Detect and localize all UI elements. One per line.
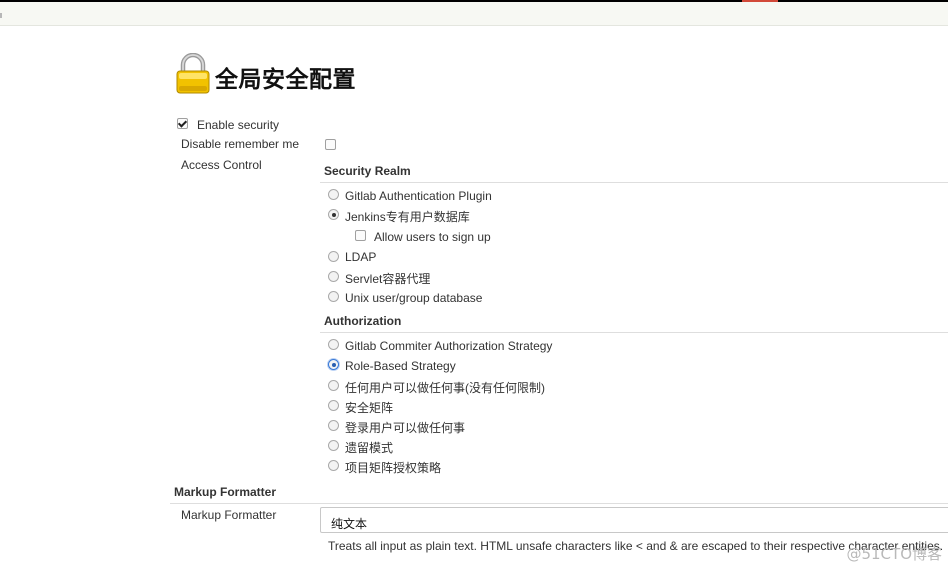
auth-radio-legacy[interactable]	[328, 440, 339, 451]
realm-label-unix: Unix user/group database	[345, 291, 483, 305]
auth-radio-matrix[interactable]	[328, 400, 339, 411]
auth-label-gitlab-commiter: Gitlab Commiter Authorization Strategy	[345, 339, 553, 353]
enable-security-checkbox[interactable]	[177, 118, 188, 129]
auth-label-legacy: 遗留模式	[345, 441, 394, 455]
markup-formatter-select[interactable]: 纯文本	[320, 507, 948, 533]
realm-label-jenkins: Jenkins专有用户数据库	[345, 210, 470, 224]
auth-label-anyone: 任何用户可以做任何事(没有任何限制)	[345, 381, 545, 395]
access-control-label: Access Control	[181, 158, 262, 172]
realm-label-ldap: LDAP	[345, 250, 377, 264]
realm-label-servlet: Servlet容器代理	[345, 272, 431, 286]
page-title: 全局安全配置	[215, 67, 356, 93]
security-realm-divider	[320, 182, 948, 183]
markup-formatter-divider	[170, 503, 948, 504]
auth-radio-role-based[interactable]	[328, 359, 339, 370]
breadcrumb-marker	[0, 13, 2, 18]
realm-radio-ldap[interactable]	[328, 251, 339, 262]
lock-icon	[176, 53, 210, 94]
auth-radio-anyone[interactable]	[328, 380, 339, 391]
markup-formatter-label: Markup Formatter	[181, 508, 277, 522]
disable-remember-me-checkbox[interactable]	[325, 139, 336, 150]
watermark: @51CTO博客	[846, 545, 942, 563]
auth-label-matrix: 安全矩阵	[345, 401, 394, 415]
markup-formatter-selected-value: 纯文本	[331, 517, 368, 531]
auth-label-logged-in: 登录用户可以做任何事	[345, 421, 466, 435]
security-realm-heading: Security Realm	[324, 164, 411, 178]
auth-radio-gitlab-commiter[interactable]	[328, 339, 339, 350]
realm-label-gitlab: Gitlab Authentication Plugin	[345, 189, 492, 203]
allow-signup-label: Allow users to sign up	[374, 230, 491, 244]
auth-radio-project-matrix[interactable]	[328, 460, 339, 471]
disable-remember-me-label: Disable remember me	[181, 137, 300, 151]
allow-signup-checkbox[interactable]	[355, 230, 366, 241]
authorization-heading: Authorization	[324, 314, 402, 328]
auth-label-project-matrix: 项目矩阵授权策略	[345, 461, 442, 475]
breadcrumb-bar	[0, 2, 948, 26]
enable-security-label: Enable security	[197, 118, 280, 132]
markup-formatter-heading: Markup Formatter	[174, 485, 277, 499]
realm-radio-gitlab[interactable]	[328, 189, 339, 200]
authorization-divider	[320, 332, 948, 333]
realm-radio-jenkins[interactable]	[328, 209, 339, 220]
realm-radio-unix[interactable]	[328, 291, 339, 302]
auth-label-role-based: Role-Based Strategy	[345, 359, 456, 373]
auth-radio-logged-in[interactable]	[328, 420, 339, 431]
realm-radio-servlet[interactable]	[328, 271, 339, 282]
